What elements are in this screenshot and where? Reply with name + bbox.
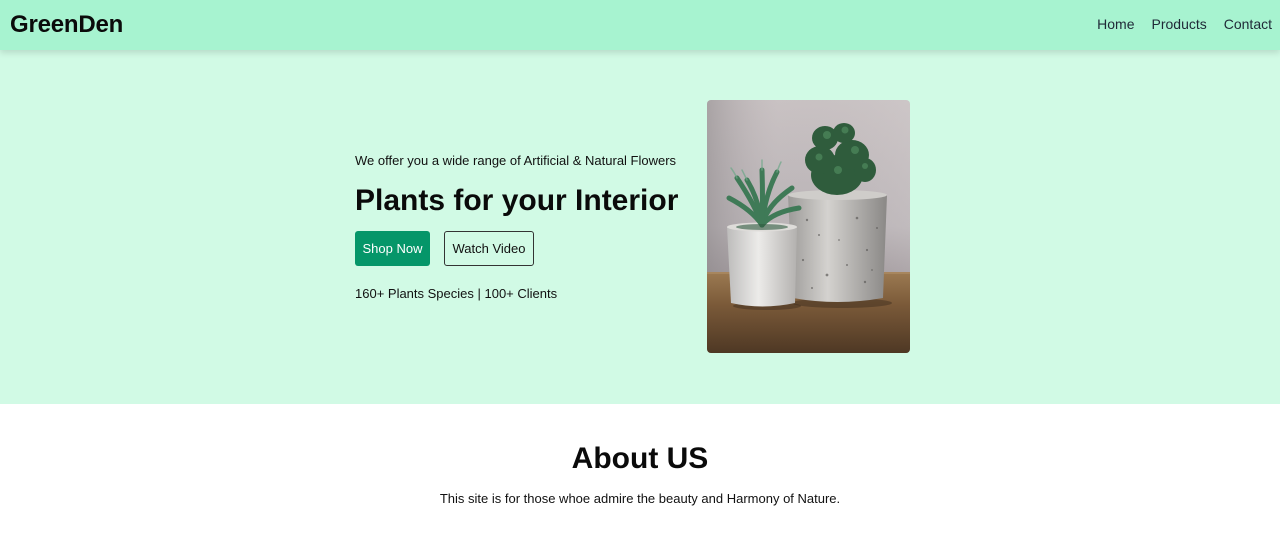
nav-link-home[interactable]: Home: [1097, 16, 1134, 32]
hero-tagline-wrap: We offer you a wide range of Artificial …: [355, 153, 700, 168]
about-section: About US This site is for those whoe adm…: [0, 404, 1280, 535]
watch-video-button[interactable]: Watch Video: [444, 231, 534, 266]
about-text: This site is for those whoe admire the b…: [439, 491, 841, 506]
nav-link-products[interactable]: Products: [1152, 16, 1207, 32]
hero-tagline: We offer you a wide range of Artificial …: [355, 153, 677, 168]
navbar: GreenDen Home Products Contact: [0, 0, 1280, 50]
shop-now-button[interactable]: Shop Now: [355, 231, 430, 266]
brand-logo[interactable]: GreenDen: [10, 11, 123, 39]
nav-links: Home Products Contact: [1097, 16, 1272, 32]
hero-stats: 160+ Plants Species | 100+ Clients: [355, 286, 558, 301]
hero-section: We offer you a wide range of Artificial …: [0, 50, 1280, 404]
nav-link-contact[interactable]: Contact: [1224, 16, 1272, 32]
hero-title: Plants for your Interior: [355, 184, 679, 217]
about-title: About US: [571, 442, 709, 475]
hero-plant-image: [707, 100, 910, 353]
